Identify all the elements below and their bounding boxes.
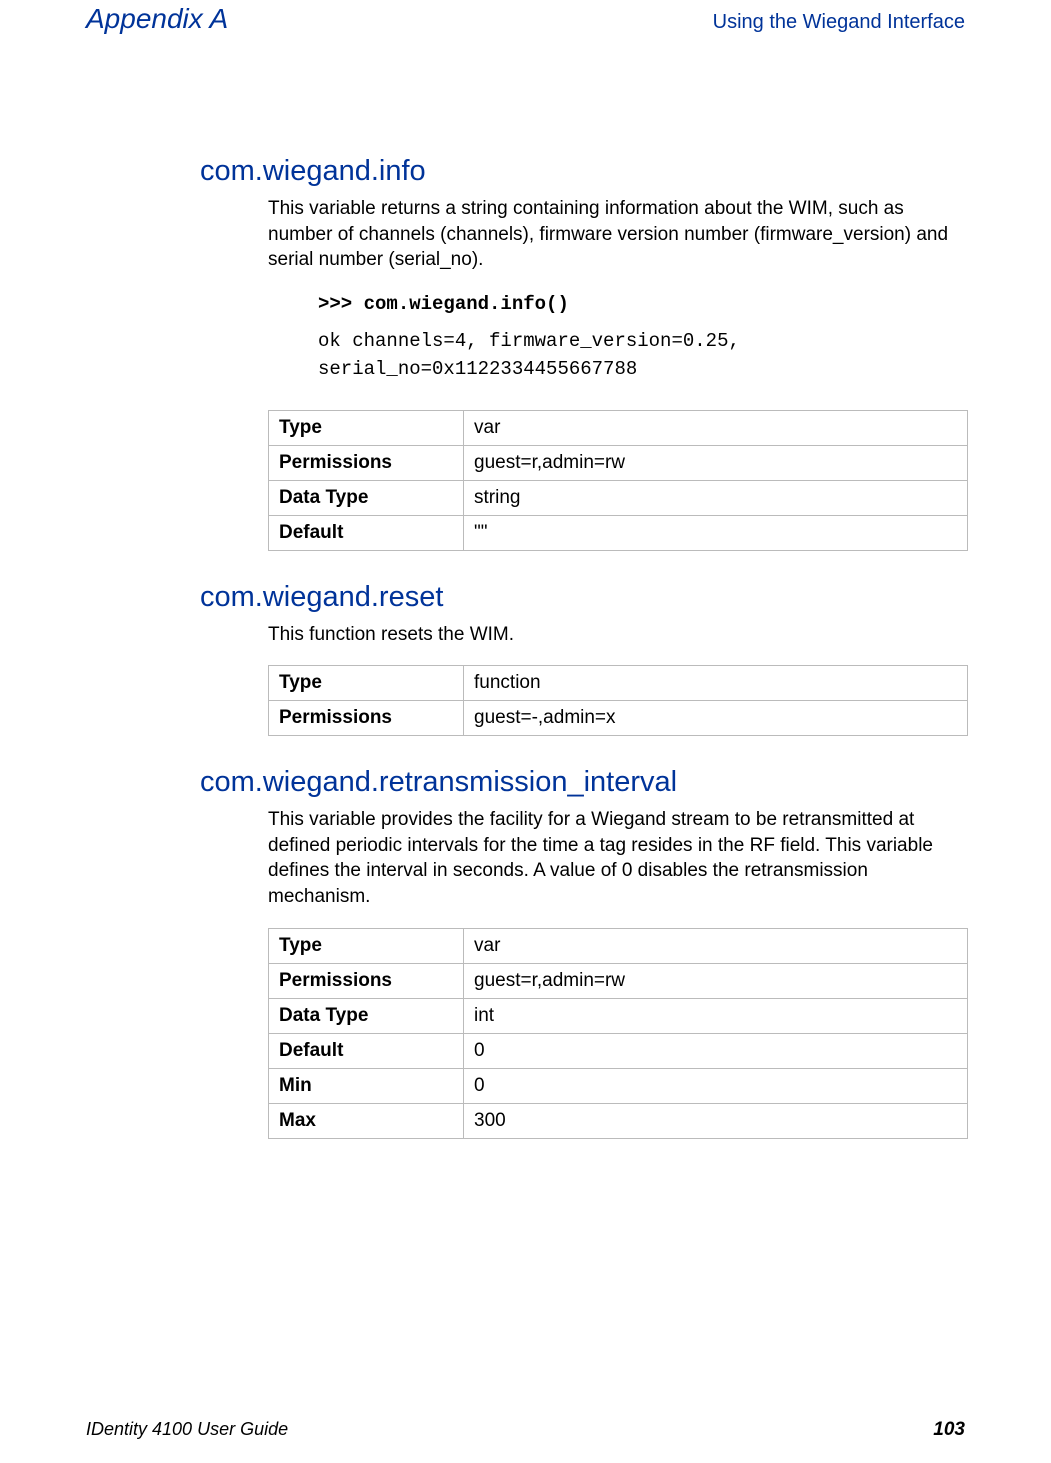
table-row: Typefunction: [269, 666, 968, 701]
footer-guide-name: IDentity 4100 User Guide: [86, 1419, 288, 1440]
prop-key: Type: [269, 410, 464, 445]
prop-val: 300: [464, 1103, 968, 1138]
prop-val: "": [464, 515, 968, 550]
prop-val: 0: [464, 1033, 968, 1068]
table-row: Min0: [269, 1068, 968, 1103]
table-row: Data Typeint: [269, 998, 968, 1033]
body-retransmission: This variable provides the facility for …: [268, 807, 965, 910]
prop-key: Data Type: [269, 998, 464, 1033]
table-row: Typevar: [269, 928, 968, 963]
prop-key: Permissions: [269, 445, 464, 480]
footer-page-number: 103: [933, 1419, 965, 1441]
code-output: ok channels=4, firmware_version=0.25, se…: [318, 328, 965, 383]
table-retransmission: Typevar Permissionsguest=r,admin=rw Data…: [268, 928, 968, 1139]
table-info: Typevar Permissionsguest=r,admin=rw Data…: [268, 410, 968, 551]
heading-info: com.wiegand.info: [200, 155, 965, 188]
code-block-info: >>> com.wiegand.info() ok channels=4, fi…: [318, 291, 965, 384]
heading-reset: com.wiegand.reset: [200, 581, 965, 614]
body-info: This variable returns a string containin…: [268, 196, 965, 273]
table-row: Permissionsguest=r,admin=rw: [269, 963, 968, 998]
prop-val: 0: [464, 1068, 968, 1103]
prop-key: Data Type: [269, 480, 464, 515]
table-reset: Typefunction Permissionsguest=-,admin=x: [268, 665, 968, 736]
table-row: Max300: [269, 1103, 968, 1138]
section-title: Using the Wiegand Interface: [713, 11, 965, 34]
prop-val: string: [464, 480, 968, 515]
prop-key: Min: [269, 1068, 464, 1103]
prop-val: guest=r,admin=rw: [464, 963, 968, 998]
prop-val: guest=-,admin=x: [464, 701, 968, 736]
table-row: Data Typestring: [269, 480, 968, 515]
body-reset: This function resets the WIM.: [268, 622, 965, 648]
prop-key: Permissions: [269, 701, 464, 736]
prop-key: Permissions: [269, 963, 464, 998]
table-row: Permissionsguest=r,admin=rw: [269, 445, 968, 480]
prop-key: Type: [269, 928, 464, 963]
prop-key: Default: [269, 515, 464, 550]
prop-key: Max: [269, 1103, 464, 1138]
prop-val: guest=r,admin=rw: [464, 445, 968, 480]
prop-key: Default: [269, 1033, 464, 1068]
table-row: Default"": [269, 515, 968, 550]
appendix-title: Appendix A: [86, 3, 228, 35]
page-header: Appendix A Using the Wiegand Interface: [0, 0, 1051, 35]
page-footer: IDentity 4100 User Guide 103: [86, 1419, 965, 1441]
prop-val: var: [464, 410, 968, 445]
table-row: Default0: [269, 1033, 968, 1068]
code-cmd: >>> com.wiegand.info(): [318, 291, 965, 319]
prop-val: var: [464, 928, 968, 963]
prop-val: function: [464, 666, 968, 701]
heading-retransmission: com.wiegand.retransmission_interval: [200, 766, 965, 799]
table-row: Typevar: [269, 410, 968, 445]
prop-val: int: [464, 998, 968, 1033]
prop-key: Type: [269, 666, 464, 701]
page-content: com.wiegand.info This variable returns a…: [0, 35, 1051, 1139]
table-row: Permissionsguest=-,admin=x: [269, 701, 968, 736]
